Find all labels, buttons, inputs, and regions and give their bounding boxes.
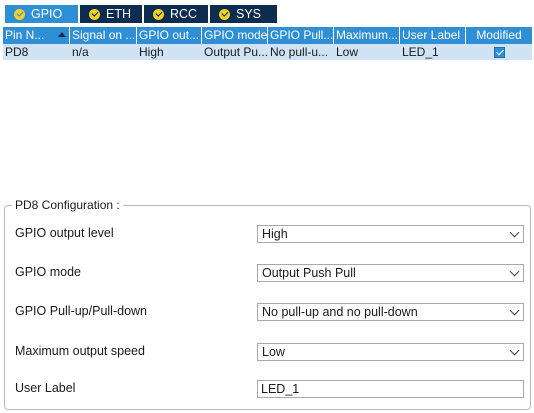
tab-label: RCC	[170, 7, 198, 21]
cell-signal: n/a	[70, 44, 137, 60]
gpio-mode-select[interactable]: Output Push Pull	[257, 264, 524, 282]
gpio-mode-value: Output Push Pull	[262, 266, 356, 280]
column-header-user-label[interactable]: User Label	[400, 27, 466, 44]
checkbox-checked-icon[interactable]	[493, 47, 505, 58]
gpio-pull-value: No pull-up and no pull-down	[262, 305, 418, 319]
tab-gpio[interactable]: GPIO	[5, 5, 78, 23]
column-header-max-speed[interactable]: Maximum...	[334, 27, 400, 44]
pin-configuration-group: PD8 Configuration : GPIO output level Hi…	[4, 198, 531, 410]
user-label-label: User Label	[15, 381, 76, 395]
tab-label: ETH	[106, 7, 131, 21]
tab-label: SYS	[236, 7, 262, 21]
gpio-output-level-select[interactable]: High	[257, 225, 524, 243]
chevron-down-icon	[509, 266, 520, 277]
table-row[interactable]: PD8 n/a High Output Pu... No pull-u... L…	[3, 44, 532, 60]
gpio-output-level-label: GPIO output level	[15, 226, 114, 240]
tab-sys[interactable]: SYS	[210, 5, 277, 23]
user-label-input[interactable]	[257, 380, 524, 398]
gpio-pull-select[interactable]: No pull-up and no pull-down	[257, 303, 524, 321]
chevron-down-icon	[509, 227, 520, 238]
cell-mode: Output Pu...	[204, 44, 268, 60]
column-header-gpio-mode[interactable]: GPIO mode	[202, 27, 268, 44]
max-output-speed-select[interactable]: Low	[257, 343, 524, 361]
chevron-down-icon	[509, 305, 520, 316]
cell-pin: PD8	[3, 44, 70, 60]
table-header: Pin N... Signal on ... GPIO out... GPIO …	[3, 27, 532, 44]
pin-table: Pin N... Signal on ... GPIO out... GPIO …	[3, 27, 532, 191]
column-header-gpio-pull[interactable]: GPIO Pull...	[268, 27, 334, 44]
cell-output-level: High	[137, 44, 202, 60]
gpio-pull-label: GPIO Pull-up/Pull-down	[15, 304, 148, 318]
sort-ascending-icon	[58, 32, 66, 37]
check-circle-icon	[14, 8, 25, 20]
peripheral-tabbar: GPIO ETH RCC SYS	[0, 0, 534, 24]
column-header-signal[interactable]: Signal on ...	[70, 27, 137, 44]
max-output-speed-value: Low	[262, 345, 285, 359]
tab-label: GPIO	[31, 7, 63, 21]
max-output-speed-label: Maximum output speed	[15, 344, 145, 358]
tab-rcc[interactable]: RCC	[144, 5, 208, 23]
group-title: PD8 Configuration :	[12, 198, 123, 212]
column-header-label: Pin N...	[5, 28, 45, 42]
check-circle-icon	[153, 8, 164, 20]
check-circle-icon	[89, 8, 100, 20]
column-header-gpio-output[interactable]: GPIO out...	[137, 27, 202, 44]
gpio-mode-label: GPIO mode	[15, 265, 81, 279]
cell-modified	[466, 44, 532, 60]
cell-pull: No pull-u...	[268, 44, 334, 60]
tab-eth[interactable]: ETH	[80, 5, 142, 23]
column-header-pin-name[interactable]: Pin N...	[3, 27, 70, 44]
gpio-output-level-value: High	[262, 227, 288, 241]
column-header-modified[interactable]: Modified	[466, 27, 532, 44]
cell-max-speed: Low	[334, 44, 400, 60]
cell-user-label: LED_1	[400, 44, 466, 60]
chevron-down-icon	[509, 345, 520, 356]
check-circle-icon	[219, 8, 230, 20]
